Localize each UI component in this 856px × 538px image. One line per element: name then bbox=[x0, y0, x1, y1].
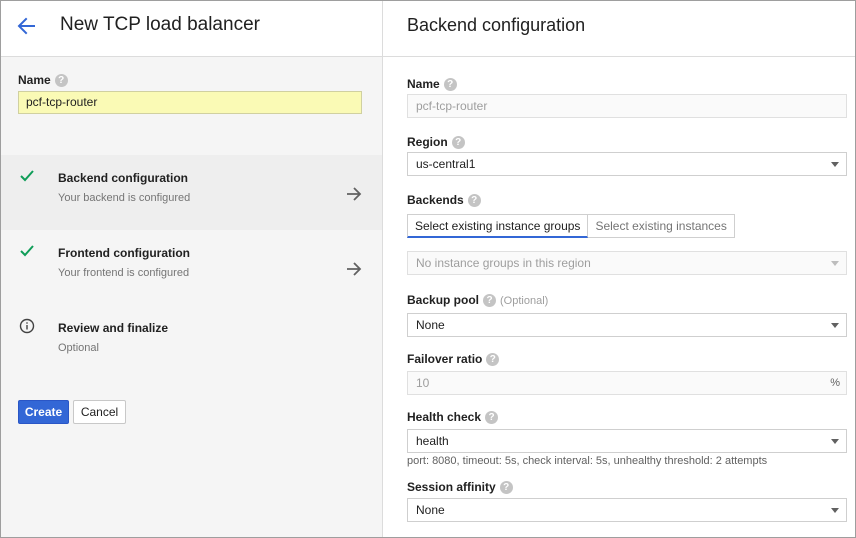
cancel-button[interactable]: Cancel bbox=[73, 400, 126, 424]
tab-select-instances[interactable]: Select existing instances bbox=[588, 214, 735, 238]
health-check-hint: port: 8080, timeout: 5s, check interval:… bbox=[407, 455, 768, 467]
name-label-text: Name bbox=[18, 73, 51, 87]
backend-name-value: pcf-tcp-router bbox=[416, 99, 488, 113]
backends-label: Backends? bbox=[407, 193, 481, 208]
back-button[interactable] bbox=[14, 13, 40, 39]
health-check-label-text: Health check bbox=[407, 410, 482, 424]
help-icon[interactable]: ? bbox=[485, 411, 499, 425]
help-icon[interactable]: ? bbox=[486, 353, 500, 367]
instance-groups-select: No instance groups in this region bbox=[407, 251, 847, 275]
wizard-header: New TCP load balancer bbox=[1, 1, 382, 57]
panel-title: Backend configuration bbox=[407, 15, 586, 35]
backend-name-label-text: Name bbox=[407, 77, 440, 91]
session-affinity-value: None bbox=[416, 503, 445, 517]
region-value: us-central1 bbox=[416, 157, 476, 171]
optional-tag: (Optional) bbox=[500, 295, 549, 307]
step-review-and-finalize[interactable]: Review and finalize Optional bbox=[1, 305, 382, 380]
step-title: Frontend configuration bbox=[58, 246, 190, 260]
wizard-panel: New TCP load balancer Name? pcf-tcp-rout… bbox=[1, 1, 383, 537]
help-icon[interactable]: ? bbox=[499, 481, 513, 495]
backend-configuration-panel: Backend configuration Name? pcf-tcp-rout… bbox=[383, 1, 855, 537]
backup-pool-select[interactable]: None bbox=[407, 313, 847, 337]
info-icon bbox=[19, 318, 35, 334]
backend-name-field: pcf-tcp-router bbox=[407, 94, 847, 118]
session-affinity-select[interactable]: None bbox=[407, 498, 847, 522]
caret-down-icon bbox=[831, 508, 839, 513]
step-subtitle: Your frontend is configured bbox=[58, 267, 190, 279]
help-icon[interactable]: ? bbox=[443, 78, 457, 92]
step-title: Backend configuration bbox=[58, 171, 189, 185]
failover-ratio-field: 10 % bbox=[407, 371, 847, 395]
help-icon[interactable]: ? bbox=[483, 294, 497, 308]
check-icon bbox=[20, 245, 34, 257]
health-check-select[interactable]: health bbox=[407, 429, 847, 453]
help-icon[interactable]: ? bbox=[451, 136, 465, 150]
help-icon[interactable]: ? bbox=[467, 194, 481, 208]
name-label: Name? bbox=[18, 73, 68, 88]
caret-down-icon bbox=[831, 261, 839, 266]
health-check-label: Health check? bbox=[407, 410, 499, 425]
backend-name-label: Name? bbox=[407, 77, 457, 92]
caret-down-icon bbox=[831, 162, 839, 167]
page-title: New TCP load balancer bbox=[60, 14, 260, 35]
help-icon[interactable]: ? bbox=[54, 74, 68, 88]
session-affinity-label: Session affinity? bbox=[407, 480, 513, 495]
app-frame: New TCP load balancer Name? pcf-tcp-rout… bbox=[0, 0, 856, 538]
panel-header: Backend configuration bbox=[383, 1, 855, 57]
arrow-right-icon[interactable] bbox=[345, 185, 363, 203]
create-button[interactable]: Create bbox=[18, 400, 69, 424]
name-input[interactable]: pcf-tcp-router bbox=[18, 91, 362, 114]
step-subtitle: Your backend is configured bbox=[58, 192, 191, 204]
arrow-left-icon bbox=[17, 17, 35, 35]
backup-pool-label: Backup pool? (Optional) bbox=[407, 293, 549, 308]
failover-ratio-label: Failover ratio? bbox=[407, 352, 500, 367]
backends-toggle: Select existing instance groups Select e… bbox=[407, 214, 735, 238]
arrow-right-icon[interactable] bbox=[345, 260, 363, 278]
step-frontend-configuration[interactable]: Frontend configuration Your frontend is … bbox=[1, 230, 382, 305]
step-subtitle: Optional bbox=[58, 342, 99, 354]
region-label-text: Region bbox=[407, 135, 448, 149]
step-backend-configuration[interactable]: Backend configuration Your backend is co… bbox=[1, 155, 382, 230]
check-icon bbox=[20, 170, 34, 182]
backends-label-text: Backends bbox=[407, 193, 464, 207]
instance-groups-placeholder: No instance groups in this region bbox=[416, 256, 591, 270]
region-select[interactable]: us-central1 bbox=[407, 152, 847, 176]
failover-ratio-value: 10 bbox=[416, 376, 430, 390]
region-label: Region? bbox=[407, 135, 465, 150]
caret-down-icon bbox=[831, 323, 839, 328]
backup-pool-label-text: Backup pool bbox=[407, 293, 480, 307]
tab-select-instance-groups[interactable]: Select existing instance groups bbox=[407, 214, 589, 238]
health-check-value: health bbox=[416, 434, 449, 448]
step-title: Review and finalize bbox=[58, 321, 169, 335]
failover-ratio-label-text: Failover ratio bbox=[407, 352, 483, 366]
percent-unit: % bbox=[830, 377, 840, 389]
caret-down-icon bbox=[831, 439, 839, 444]
session-affinity-label-text: Session affinity bbox=[407, 480, 496, 494]
backup-pool-value: None bbox=[416, 318, 445, 332]
